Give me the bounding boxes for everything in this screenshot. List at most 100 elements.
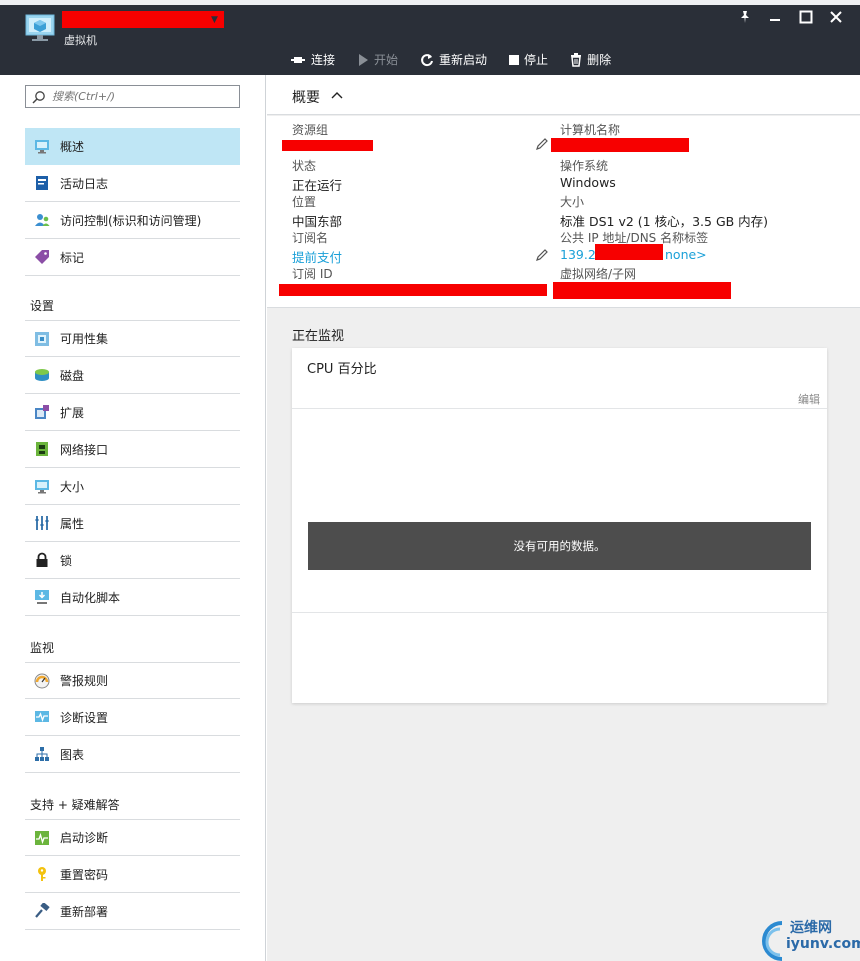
- essentials-panel: 资源组 状态 正在运行 位置 中国东部 订阅名 提前支付 订阅 ID 计算机名称…: [267, 116, 860, 308]
- connect-icon: [290, 54, 306, 66]
- chevron-up-icon[interactable]: [331, 89, 343, 102]
- alert-rules-icon: [34, 673, 50, 689]
- edit-chart-link[interactable]: 编辑: [798, 391, 820, 407]
- cpu-percentage-tile[interactable]: CPU 百分比 编辑 没有可用的数据。: [292, 348, 827, 703]
- extension-icon: [34, 404, 50, 420]
- connect-label: 连接: [311, 53, 336, 67]
- sidebar-item-label: 锁: [60, 553, 73, 568]
- no-data-banner: 没有可用的数据。: [308, 522, 811, 570]
- diagnostics-settings-icon: [34, 709, 50, 725]
- automation-script-icon: [34, 589, 50, 605]
- title-dropdown-caret[interactable]: ▼: [211, 15, 218, 25]
- search-input[interactable]: [52, 90, 232, 103]
- sidebar-item-access-control[interactable]: 访问控制(标识和访问管理): [25, 202, 240, 239]
- minimize-icon[interactable]: [765, 8, 785, 26]
- edit-resource-group-pencil-icon[interactable]: [535, 137, 549, 155]
- search-box[interactable]: [25, 85, 240, 108]
- sidebar-item-network-interfaces[interactable]: 网络接口: [25, 431, 240, 468]
- section-header-settings: 设置: [30, 299, 55, 313]
- resource-group-label: 资源组: [292, 123, 329, 137]
- sidebar-item-activity-log[interactable]: 活动日志: [25, 165, 240, 202]
- sidebar-item-label: 可用性集: [60, 332, 109, 346]
- restart-button[interactable]: 重新启动: [420, 51, 487, 68]
- command-bar: 连接 开始 重新启动 停止 删除: [290, 51, 633, 68]
- watermark-text-cn: 运维网: [790, 920, 832, 936]
- sidebar-item-boot-diagnostics[interactable]: 启动诊断: [25, 819, 240, 856]
- sidebar-item-label: 诊断设置: [60, 710, 109, 725]
- resource-menu: 概述 活动日志 访问控制(标识和访问管理) 标记 设置 可用性集 磁盘 扩展 网…: [0, 75, 266, 961]
- sidebar-item-label: 启动诊断: [60, 831, 109, 845]
- sidebar-item-tags[interactable]: 标记: [25, 239, 240, 276]
- sidebar-item-label: 概述: [60, 139, 85, 154]
- sidebar-item-label: 标记: [60, 250, 85, 265]
- restart-label: 重新启动: [439, 53, 488, 67]
- overview-monitor-icon: [34, 138, 50, 154]
- watermark-text-domain: iyunv.com: [786, 936, 860, 952]
- key-icon: [34, 866, 50, 882]
- sidebar-item-size[interactable]: 大小: [25, 468, 240, 505]
- start-label: 开始: [374, 53, 399, 67]
- sidebar-item-label: 重新部署: [60, 904, 109, 919]
- sidebar-item-label: 大小: [60, 479, 85, 494]
- essentials-title: 概要: [292, 90, 320, 106]
- sidebar-item-properties[interactable]: 属性: [25, 505, 240, 542]
- sidebar-item-availability-set[interactable]: 可用性集: [25, 320, 240, 357]
- size-label: 大小: [560, 195, 585, 209]
- sidebar-item-label: 磁盘: [60, 368, 85, 383]
- sidebar-item-label: 扩展: [60, 405, 85, 420]
- resource-type-subtitle: 虚拟机: [64, 34, 97, 47]
- content-pane: 概要 资源组 状态 正在运行 位置 中国东部 订阅名 提前支付 订阅 ID 计算…: [267, 75, 860, 961]
- sidebar-item-overview[interactable]: 概述: [25, 128, 240, 165]
- delete-button[interactable]: 删除: [570, 51, 611, 68]
- sidebar-item-diagram[interactable]: 图表: [25, 736, 240, 773]
- connect-button[interactable]: 连接: [290, 51, 335, 68]
- os-label: 操作系统: [560, 159, 609, 173]
- resource-group-redacted[interactable]: [282, 140, 373, 151]
- size-monitor-icon: [34, 478, 50, 494]
- sidebar-item-disks[interactable]: 磁盘: [25, 357, 240, 394]
- disk-icon: [34, 367, 50, 383]
- close-icon[interactable]: [826, 10, 846, 28]
- monitoring-section-title: 正在监视: [292, 329, 345, 344]
- sidebar-item-alert-rules[interactable]: 警报规则: [25, 662, 240, 699]
- section-header-monitoring: 监视: [30, 641, 55, 655]
- sidebar-item-label: 图表: [60, 747, 85, 762]
- stop-label: 停止: [524, 53, 549, 67]
- maximize-icon[interactable]: [796, 10, 816, 28]
- vnet-redacted[interactable]: [553, 282, 731, 299]
- restart-icon: [420, 53, 434, 67]
- sidebar-item-reset-password[interactable]: 重置密码: [25, 856, 240, 893]
- sidebar-item-label: 重置密码: [60, 867, 109, 882]
- edit-subscription-pencil-icon[interactable]: [535, 248, 549, 266]
- sidebar-item-label: 活动日志: [60, 176, 109, 191]
- network-interface-icon: [34, 441, 50, 457]
- availability-set-icon: [34, 331, 50, 347]
- status-value: 正在运行: [292, 178, 343, 193]
- sidebar-item-locks[interactable]: 锁: [25, 542, 240, 579]
- subscription-link[interactable]: 提前支付: [292, 247, 342, 266]
- public-ip-link-suffix[interactable]: none>: [665, 247, 707, 262]
- start-button[interactable]: 开始: [357, 51, 398, 68]
- play-icon: [357, 53, 369, 67]
- essentials-header[interactable]: 概要: [267, 75, 860, 115]
- search-icon: [32, 90, 45, 104]
- sidebar-item-diagnostics-settings[interactable]: 诊断设置: [25, 699, 240, 736]
- properties-icon: [34, 515, 50, 531]
- computer-name-label: 计算机名称: [560, 123, 621, 137]
- computer-name-redacted: [551, 138, 689, 152]
- header-top-strip: [0, 0, 860, 5]
- sidebar-item-redeploy[interactable]: 重新部署: [25, 893, 240, 930]
- hammer-icon: [34, 903, 50, 919]
- diagram-icon: [34, 746, 50, 762]
- location-label: 位置: [292, 195, 317, 209]
- pin-icon[interactable]: [735, 10, 755, 28]
- status-label: 状态: [292, 159, 317, 173]
- stop-button[interactable]: 停止: [509, 51, 548, 68]
- sidebar-item-extensions[interactable]: 扩展: [25, 394, 240, 431]
- access-control-icon: [34, 212, 50, 228]
- sidebar-item-automation-script[interactable]: 自动化脚本: [25, 579, 240, 616]
- subscription-label: 订阅名: [292, 231, 329, 245]
- trash-icon: [570, 52, 582, 67]
- sidebar-item-label: 访问控制(标识和访问管理): [60, 213, 202, 228]
- public-ip-link-prefix[interactable]: 139.2: [560, 247, 596, 262]
